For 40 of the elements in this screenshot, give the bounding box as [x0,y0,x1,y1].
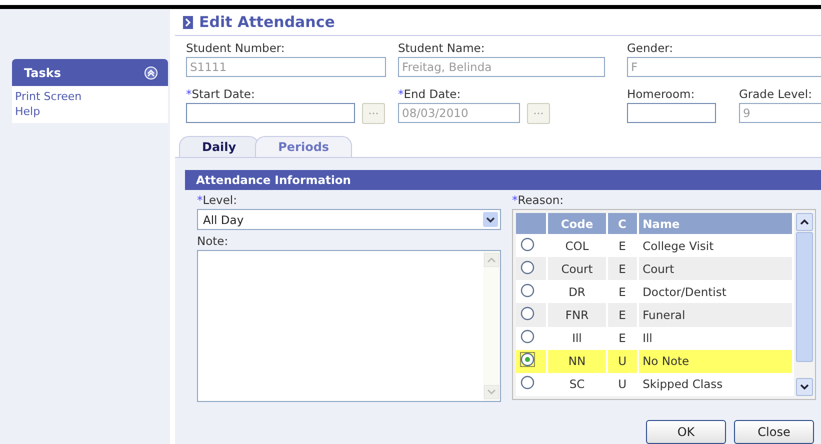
task-link[interactable]: Help [15,104,40,119]
task-link[interactable]: Print Screen [15,89,82,104]
table-cell: SC [547,372,607,396]
scroll-up-icon[interactable] [799,218,810,226]
input-field[interactable] [627,102,716,123]
tab[interactable]: Daily [179,136,260,157]
table-cell: Skipped Class [638,372,793,396]
radio-button[interactable] [520,375,535,390]
collapse-icon[interactable] [144,66,158,80]
field-label: Student Number: [186,41,285,56]
dialog-button[interactable]: OK [646,420,726,444]
column-header: Code [547,213,607,234]
field-label: Grade Level: [739,86,812,101]
column-header: Name [638,213,793,234]
chevron-icon [183,16,193,29]
field-label: *Start Date: [186,86,255,101]
dialog-button[interactable]: Close [734,420,814,444]
tab[interactable]: Periods [255,136,352,157]
radio-button[interactable] [520,329,535,344]
field-label: Note: [197,234,228,248]
field-label: Student Name: [398,41,485,56]
scrollbar-thumb[interactable] [796,232,813,362]
radio-button[interactable] [520,260,535,275]
table-cell: U [607,372,638,396]
panel-title: Tasks [24,66,62,80]
field-label: Homeroom: [627,86,695,101]
section-header: Attendance Information [185,170,821,190]
column-header: C [607,213,638,234]
level-dropdown[interactable]: All Day [197,209,501,230]
input-field[interactable] [186,102,355,123]
scroll-down-icon[interactable] [799,383,810,391]
radio-button[interactable] [520,306,535,322]
field-label: Gender: [627,41,674,56]
field-label: *Reason: [512,193,564,207]
radio-button[interactable] [520,282,535,298]
field-label: *End Date: [398,86,461,101]
radio-button[interactable] [520,352,535,368]
radio-button[interactable] [520,236,535,252]
page-title: Edit Attendance [199,13,335,32]
field-label: *Level: [197,193,237,207]
